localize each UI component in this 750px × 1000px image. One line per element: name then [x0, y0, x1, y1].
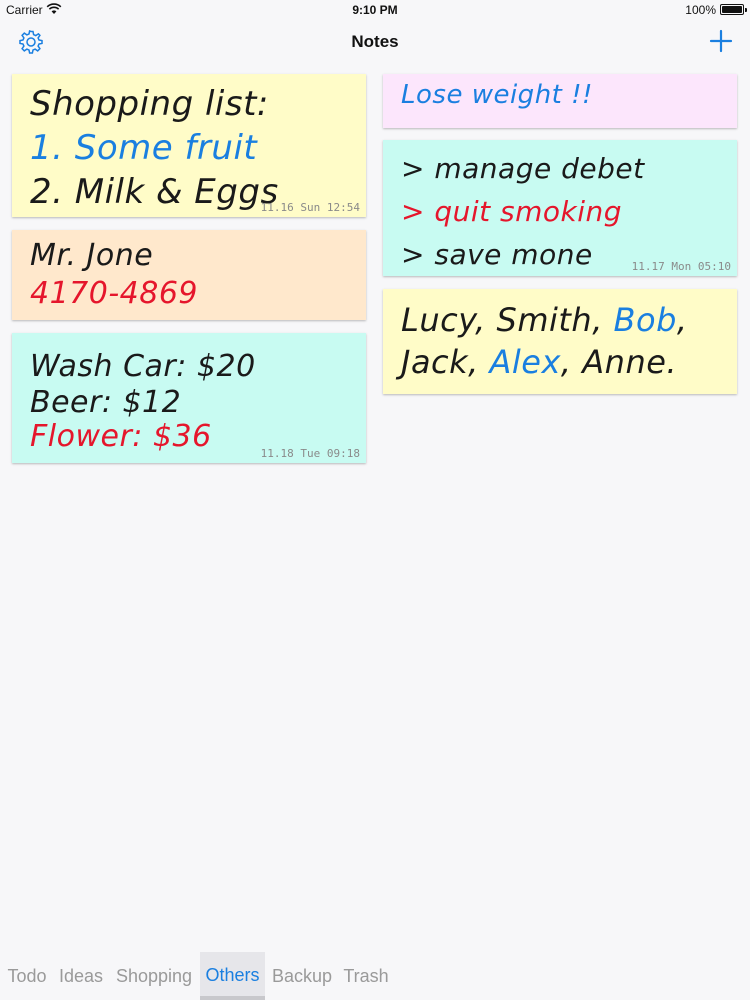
note-card-expenses[interactable]: Wash Car: $20 Beer: $12 Flower: $36 11.1… [12, 333, 366, 463]
note-line: Lucy, Smith, Bob, [401, 301, 688, 339]
note-timestamp: 11.18 Tue 09:18 [260, 447, 360, 460]
tab-ideas[interactable]: Ideas [54, 952, 108, 1000]
note-line: 2. Milk & Eggs [30, 172, 279, 212]
note-line: 4170-4869 [30, 276, 199, 311]
note-text: Jack, [401, 343, 490, 381]
note-line: Jack, Alex, Anne. [401, 343, 677, 381]
note-card-contact[interactable]: Mr. Jone 4170-4869 [12, 230, 366, 320]
note-line: > manage debet [401, 152, 645, 185]
clock: 9:10 PM [352, 3, 398, 17]
tab-others[interactable]: Others [200, 952, 265, 1000]
note-text: , [676, 301, 688, 339]
note-line: Beer: $12 [30, 385, 182, 420]
note-line: > save mone [401, 238, 593, 271]
note-text: Lucy, Smith, [401, 301, 614, 339]
note-text: , Anne. [560, 343, 678, 381]
note-timestamp: 11.16 Sun 12:54 [260, 201, 360, 214]
note-text-highlight: Bob [613, 301, 677, 339]
note-line: Wash Car: $20 [30, 349, 256, 384]
note-timestamp: 11.17 Mon 05:10 [631, 260, 731, 273]
note-card-shopping-list[interactable]: Shopping list: 1. Some fruit 2. Milk & E… [12, 74, 366, 217]
tab-todo[interactable]: Todo [2, 952, 52, 1000]
page-title: Notes [351, 32, 399, 51]
note-line: 1. Some fruit [30, 128, 258, 168]
battery-icon [720, 4, 747, 15]
battery-percent: 100% [685, 3, 716, 17]
note-line: Flower: $36 [30, 419, 212, 454]
plus-icon[interactable] [708, 28, 734, 54]
category-tab-bar: Todo Ideas Shopping Others Backup Trash [0, 952, 750, 1000]
tab-trash[interactable]: Trash [339, 952, 393, 1000]
note-line: Shopping list: [30, 84, 269, 124]
tab-shopping[interactable]: Shopping [110, 952, 198, 1000]
note-card-lose-weight[interactable]: Lose weight !! [383, 74, 737, 128]
note-line: Lose weight !! [401, 80, 593, 110]
note-text-highlight: Alex [489, 343, 561, 381]
status-bar: Carrier 9:10 PM 100% [0, 0, 750, 20]
nav-bar: Notes [0, 20, 750, 64]
note-line: > quit smoking [401, 195, 623, 228]
tab-backup[interactable]: Backup [267, 952, 337, 1000]
note-card-tasks[interactable]: > manage debet > quit smoking > save mon… [383, 140, 737, 276]
note-card-names[interactable]: Lucy, Smith, Bob, Jack, Alex, Anne. [383, 289, 737, 394]
note-line: Mr. Jone [30, 238, 154, 273]
